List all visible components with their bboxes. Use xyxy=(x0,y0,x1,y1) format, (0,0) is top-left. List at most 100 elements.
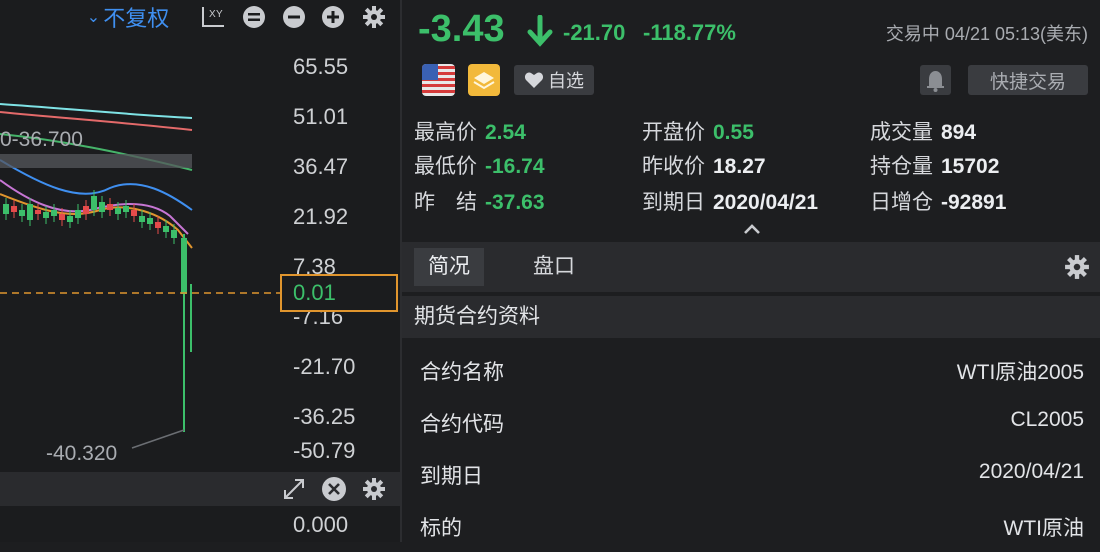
section-header: 期货合约资料 xyxy=(402,296,1100,338)
stat-item: 开盘价 0.55 xyxy=(642,116,754,146)
chart-pane[interactable]: ⌄ 不复权 X Y 0-36.700 -40.320 65.55 51.01 3… xyxy=(0,0,400,542)
chart-toolbar: ⌄ 不复权 X Y xyxy=(0,0,400,34)
stat-value: 18.27 xyxy=(713,155,766,178)
bell-icon xyxy=(927,71,944,92)
candle-body xyxy=(155,222,161,228)
price-axis-tick: -36.25 xyxy=(293,404,356,429)
tab-orderbook[interactable]: 盘口 xyxy=(519,248,589,286)
candle-body xyxy=(11,206,17,212)
candle-body xyxy=(51,210,57,216)
stat-value: -37.63 xyxy=(485,191,545,214)
contract-info-value: CL2005 xyxy=(1010,408,1084,431)
indicator-axis-tick: 0.000 xyxy=(293,512,349,537)
contract-info-key: 合约代码 xyxy=(420,413,504,436)
price-axis-tick: -21.70 xyxy=(293,354,356,379)
gear-icon xyxy=(363,6,385,28)
futures-product-icon xyxy=(468,64,500,96)
candle-body xyxy=(35,210,41,214)
stat-label: 成交量 xyxy=(870,121,933,144)
price-change-percent: -118.77% xyxy=(643,20,736,45)
price-alert-button[interactable] xyxy=(920,65,951,95)
gear-icon[interactable] xyxy=(1064,254,1090,280)
candle-body xyxy=(131,210,137,216)
svg-text:X: X xyxy=(209,9,216,20)
candle-body xyxy=(147,218,153,224)
us-flag-icon xyxy=(422,64,455,96)
equals-circle-icon xyxy=(243,6,265,28)
price-axis: 65.55 51.01 36.47 21.92 7.38 -7.16 -21.70 -36.2… xyxy=(282,34,400,474)
down-arrow-icon xyxy=(527,15,553,47)
adjustment-dropdown[interactable]: ⌄ 不复权 xyxy=(82,4,174,31)
plus-circle-icon xyxy=(322,6,344,28)
contract-info-row: 合约代码 CL2005 xyxy=(402,396,1100,448)
stat-label: 持仓量 xyxy=(870,155,933,178)
stat-value: 0.55 xyxy=(713,121,754,144)
quick-trade-button[interactable]: 快捷交易 xyxy=(968,65,1088,95)
candles xyxy=(3,190,192,432)
info-pane: -3.43 -21.70 -118.77% 交易中 04/21 05:13(美东… xyxy=(400,0,1100,542)
tab-overview[interactable]: 简况 xyxy=(414,248,484,286)
high-price-label: 0-36.700 xyxy=(0,128,83,151)
stat-item: 日增仓 -92891 xyxy=(870,186,1006,216)
contract-info-value: 2020/04/21 xyxy=(978,460,1084,483)
stat-label: 最低价 xyxy=(414,155,477,178)
price-axis-tick: -50.79 xyxy=(293,438,356,463)
current-price-label: 0.01 xyxy=(280,274,398,312)
price-axis-tick: 65.55 xyxy=(293,54,349,79)
axis-xy-icon[interactable]: X Y xyxy=(200,4,226,30)
chart-settings-button[interactable] xyxy=(360,4,388,30)
low-price-label: -40.320 xyxy=(46,442,117,465)
candle-body xyxy=(75,210,81,218)
stat-item: 最高价 2.54 xyxy=(414,116,526,146)
contract-info-row: 标的 WTI原油 xyxy=(402,500,1100,552)
candle-body xyxy=(123,206,129,212)
zoom-in-button[interactable] xyxy=(321,4,345,30)
close-icon xyxy=(328,483,340,495)
candle-body xyxy=(43,212,49,218)
stat-item: 持仓量 15702 xyxy=(870,150,999,180)
candlestick-chart[interactable]: 0-36.700 -40.320 xyxy=(0,34,282,474)
candle-body xyxy=(139,216,145,222)
chevron-up-icon[interactable] xyxy=(742,220,762,238)
stat-value: 15702 xyxy=(941,155,1000,178)
chevron-down-icon: ⌄ xyxy=(86,9,101,26)
minus-circle-icon xyxy=(283,6,305,28)
price-axis-tick: 51.01 xyxy=(293,104,349,129)
candle-body xyxy=(163,226,169,232)
contract-info-value: WTI原油2005 xyxy=(956,361,1084,384)
stat-value: 894 xyxy=(941,121,977,144)
price-change: -21.70 xyxy=(563,20,626,45)
stat-label: 最高价 xyxy=(414,121,477,144)
stat-label: 日增仓 xyxy=(870,191,933,214)
stat-value: 2020/04/21 xyxy=(713,191,819,214)
candle-body xyxy=(27,204,33,220)
candle-body xyxy=(59,214,65,220)
heart-icon xyxy=(524,72,544,88)
stat-label: 开盘价 xyxy=(642,121,705,144)
candle-body xyxy=(91,196,97,210)
contract-info-row: 合约名称 WTI原油2005 xyxy=(402,344,1100,396)
reset-zoom-button[interactable] xyxy=(242,4,266,30)
contract-info-key: 合约名称 xyxy=(420,361,504,384)
zoom-out-button[interactable] xyxy=(282,4,306,30)
expand-icon[interactable] xyxy=(282,477,306,501)
candle-body xyxy=(107,204,113,210)
add-to-watchlist-button[interactable]: 自选 xyxy=(514,65,594,95)
stat-item: 到期日 2020/04/21 xyxy=(642,186,818,216)
indicator-settings-icon[interactable] xyxy=(362,477,386,501)
contract-info-key: 到期日 xyxy=(420,465,483,488)
stat-value: -92891 xyxy=(941,191,1007,214)
stat-item: 昨收价 18.27 xyxy=(642,150,766,180)
candle-body xyxy=(115,208,121,214)
contract-info-row: 到期日 2020/04/21 xyxy=(402,448,1100,500)
candle-body xyxy=(3,204,9,214)
stat-value: -16.74 xyxy=(485,155,545,178)
stat-label: 昨收价 xyxy=(642,155,705,178)
low-pointer-line xyxy=(131,429,185,449)
close-indicator-button[interactable] xyxy=(322,477,346,501)
indicator-toolbar xyxy=(0,472,400,506)
candle-body xyxy=(99,202,105,212)
stat-item: 最低价 -16.74 xyxy=(414,150,545,180)
candle-body xyxy=(67,216,73,222)
svg-text:Y: Y xyxy=(216,9,223,20)
